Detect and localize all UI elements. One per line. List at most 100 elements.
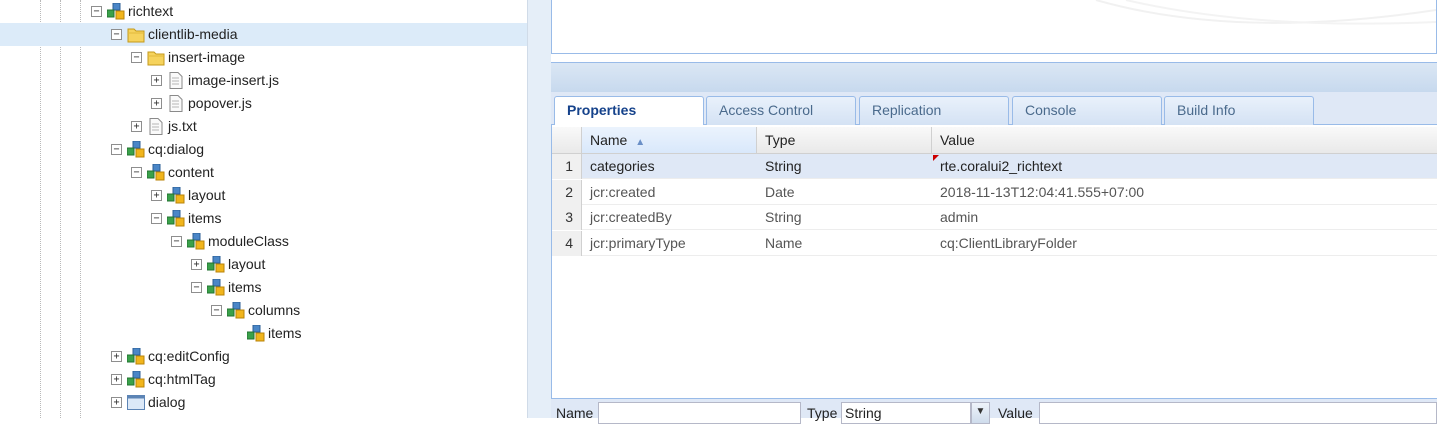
tree-node[interactable]: + layout bbox=[149, 184, 527, 207]
expand-icon[interactable]: + bbox=[151, 75, 162, 86]
tab-bar: Properties Access Control Replication Co… bbox=[551, 92, 1437, 126]
tree-guide-line bbox=[80, 0, 81, 418]
component-icon bbox=[166, 209, 185, 227]
table-row[interactable]: 1 categories String rte.coralui2_richtext bbox=[552, 154, 1437, 179]
property-type-cell[interactable]: Name bbox=[765, 231, 802, 256]
table-row[interactable]: 2 jcr:created Date 2018-11-13T12:04:41.555+… bbox=[552, 179, 1437, 205]
tree-node-label: js.txt bbox=[168, 118, 197, 134]
tree-node[interactable]: − content bbox=[129, 161, 527, 184]
tree-node-label: cq:editConfig bbox=[148, 348, 230, 364]
collapse-icon[interactable]: − bbox=[131, 52, 142, 63]
grid-header-value-label: Value bbox=[940, 132, 975, 148]
tree-node[interactable]: − insert-image bbox=[129, 46, 527, 69]
tree-node-label: items bbox=[228, 279, 262, 295]
tree-node[interactable]: − items bbox=[149, 207, 527, 230]
tree-node[interactable]: + js.txt bbox=[129, 115, 527, 138]
property-value-cell[interactable]: cq:ClientLibraryFolder bbox=[940, 231, 1077, 256]
property-value-cell[interactable]: 2018-11-13T12:04:41.555+07:00 bbox=[940, 180, 1144, 205]
add-property-form: Name Type String ▼ Value bbox=[551, 398, 1437, 424]
property-value-cell[interactable]: admin bbox=[940, 205, 978, 230]
tree-node[interactable]: + layout bbox=[189, 253, 527, 276]
tree-node-label: items bbox=[188, 210, 222, 226]
property-type-cell[interactable]: String bbox=[765, 205, 802, 230]
property-value-cell[interactable]: rte.coralui2_richtext bbox=[940, 154, 1062, 179]
tab-console[interactable]: Console bbox=[1012, 96, 1162, 125]
component-icon bbox=[126, 370, 145, 388]
type-field-label: Type bbox=[807, 405, 838, 421]
component-icon bbox=[206, 278, 225, 296]
property-name-cell[interactable]: jcr:created bbox=[590, 180, 655, 205]
grid-header-type[interactable]: Type bbox=[757, 127, 932, 154]
tree-node-label: columns bbox=[248, 302, 301, 318]
expand-icon[interactable]: + bbox=[111, 374, 122, 385]
tree-node-label: moduleClass bbox=[208, 233, 289, 249]
expand-icon[interactable]: + bbox=[131, 121, 142, 132]
chevron-down-icon[interactable]: ▼ bbox=[971, 402, 990, 424]
expand-icon[interactable]: + bbox=[191, 259, 202, 270]
row-number: 4 bbox=[552, 230, 582, 256]
tree-node[interactable]: − moduleClass bbox=[169, 230, 527, 253]
grid-header-name-label: Name bbox=[590, 132, 628, 148]
tree-node[interactable]: items bbox=[229, 322, 527, 345]
tree-node[interactable]: − columns bbox=[209, 299, 527, 322]
tree-node-label: layout bbox=[188, 187, 226, 203]
grid-header-value[interactable]: Value bbox=[932, 127, 1437, 154]
grid-header-name[interactable]: Name ▲ bbox=[582, 127, 757, 154]
expand-icon[interactable]: + bbox=[151, 98, 162, 109]
value-field[interactable] bbox=[1039, 402, 1437, 424]
component-icon bbox=[166, 186, 185, 204]
property-type-cell[interactable]: Date bbox=[765, 180, 795, 205]
value-field-label: Value bbox=[998, 405, 1033, 421]
expand-icon[interactable]: + bbox=[151, 190, 162, 201]
property-type-cell[interactable]: String bbox=[765, 154, 802, 179]
collapse-icon[interactable]: − bbox=[211, 305, 222, 316]
tab-access-control[interactable]: Access Control bbox=[706, 96, 856, 125]
collapse-icon[interactable]: − bbox=[171, 236, 182, 247]
row-number: 3 bbox=[552, 205, 582, 230]
tab-build-info[interactable]: Build Info bbox=[1164, 96, 1314, 125]
tree-node[interactable]: + cq:editConfig bbox=[109, 345, 527, 368]
tree-node-label: cq:dialog bbox=[148, 141, 205, 157]
tree-node-label: popover.js bbox=[188, 95, 252, 111]
tree-node[interactable]: + dialog bbox=[109, 391, 527, 414]
collapse-icon[interactable]: − bbox=[111, 29, 122, 40]
tree-node-label: image-insert.js bbox=[188, 72, 280, 88]
property-name-cell[interactable]: categories bbox=[590, 154, 655, 179]
repository-tree: − richtext − clientlib-media − insert-image + i… bbox=[0, 0, 527, 418]
property-name-cell[interactable]: jcr:primaryType bbox=[590, 231, 686, 256]
collapse-icon[interactable]: − bbox=[191, 282, 202, 293]
type-select[interactable]: String bbox=[841, 402, 971, 424]
tab-properties[interactable]: Properties bbox=[554, 96, 704, 126]
property-name-cell[interactable]: jcr:createdBy bbox=[590, 205, 672, 230]
tree-node[interactable]: − clientlib-media bbox=[0, 23, 527, 46]
component-icon bbox=[226, 301, 245, 319]
table-row[interactable]: 4 jcr:primaryType Name cq:ClientLibraryFold… bbox=[552, 230, 1437, 256]
tree-node[interactable]: + cq:htmlTag bbox=[109, 368, 527, 391]
tree-node-label: insert-image bbox=[168, 49, 246, 65]
collapse-icon[interactable]: − bbox=[151, 213, 162, 224]
file-icon bbox=[167, 95, 185, 112]
component-icon bbox=[206, 255, 225, 273]
tree-node[interactable]: − items bbox=[189, 276, 527, 299]
folder-icon bbox=[127, 26, 145, 43]
tree-node[interactable]: + popover.js bbox=[149, 92, 527, 115]
collapse-icon[interactable]: − bbox=[111, 144, 122, 155]
tree-node-label: richtext bbox=[128, 3, 174, 19]
collapse-icon[interactable]: − bbox=[91, 6, 102, 17]
tree-node[interactable]: + image-insert.js bbox=[149, 69, 527, 92]
tab-replication[interactable]: Replication bbox=[859, 96, 1009, 125]
grid-header-rownum bbox=[552, 127, 582, 154]
expand-icon[interactable]: + bbox=[111, 397, 122, 408]
panel-splitter[interactable] bbox=[527, 0, 551, 418]
name-field[interactable] bbox=[598, 402, 801, 424]
properties-grid: Name ▲ Type Value 1 categories String rte.c… bbox=[551, 125, 1437, 398]
file-icon bbox=[167, 72, 185, 89]
expand-icon[interactable]: + bbox=[111, 351, 122, 362]
tree-node-label: clientlib-media bbox=[148, 26, 238, 42]
tree-node[interactable]: − cq:dialog bbox=[109, 138, 527, 161]
tree-node[interactable]: − richtext bbox=[89, 0, 527, 23]
component-icon bbox=[126, 347, 145, 365]
collapse-icon[interactable]: − bbox=[131, 167, 142, 178]
table-row[interactable]: 3 jcr:createdBy String admin bbox=[552, 205, 1437, 230]
sort-ascending-icon: ▲ bbox=[635, 137, 646, 148]
